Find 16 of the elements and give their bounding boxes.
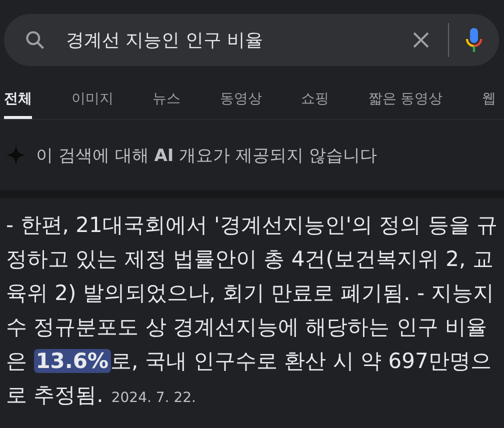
search-field[interactable]: 경계선 지능인 인구 비율	[64, 28, 412, 52]
close-icon[interactable]	[412, 31, 430, 49]
tab[interactable]: 쇼핑	[301, 84, 329, 119]
microphone-icon[interactable]	[465, 27, 483, 53]
result-snippet: - 한편, 21대국회에서 '경계선지능인'의 정의 등을 규정하고 있는 제정 법률안이 총 4건(보건복지위 2, 교육위 2) 발의되었으나, 회기 만료로 폐기됨. - 지능지수 정규분포도 상 경계선지능에 해당하는 인구 비율은 13.6%로, 국내 인구수로 환산 시 약 697만명으로 추정됨. 2024. 7. 22.	[6, 212, 499, 409]
ai-overview-notice: 이 검색에 대해 AI 개요가 제공되지 않습니다	[36, 144, 377, 166]
tab[interactable]: 전체	[4, 84, 32, 119]
snippet-date: 2024. 7. 22.	[111, 390, 196, 406]
tab[interactable]: 짧은 동영상	[368, 84, 443, 119]
search-icon[interactable]	[24, 29, 46, 51]
tab[interactable]: 동영상	[220, 84, 262, 119]
tab[interactable]: 웹	[482, 84, 496, 119]
sparkle-icon	[6, 145, 26, 165]
tab[interactable]: 뉴스	[152, 84, 180, 119]
search-bar[interactable]: 경계선 지능인 인구 비율	[4, 14, 499, 66]
tab[interactable]: 이미지	[71, 84, 114, 119]
